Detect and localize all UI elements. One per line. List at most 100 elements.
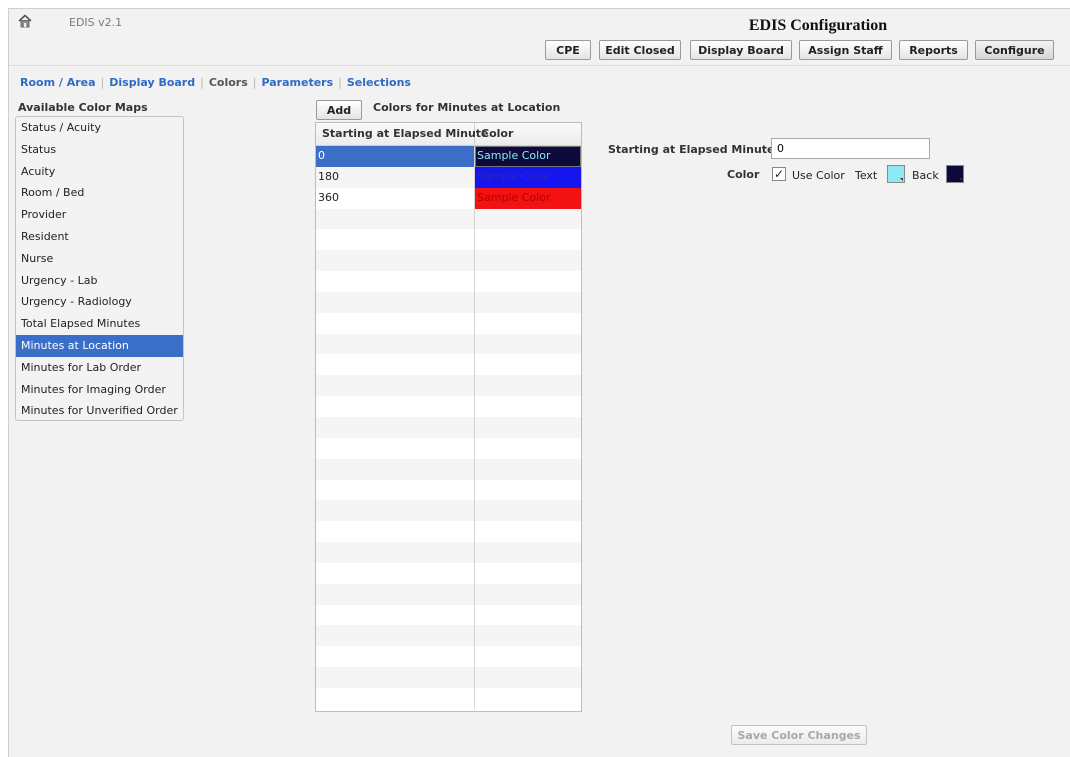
- color-maps-list[interactable]: Status / Acuity Status Acuity Room / Bed…: [15, 116, 184, 421]
- color-sample-cell: [475, 229, 581, 250]
- display-board-button[interactable]: Display Board: [690, 40, 792, 60]
- edit-closed-button[interactable]: Edit Closed: [599, 40, 681, 60]
- minute-input[interactable]: [771, 138, 930, 159]
- empty-table-row: [316, 229, 581, 251]
- empty-table-row: [316, 250, 581, 272]
- color-thresholds-grid[interactable]: Starting at Elapsed Minute Color 0 Sample…: [315, 122, 582, 712]
- color-map-item[interactable]: Resident: [16, 226, 183, 248]
- color-map-item[interactable]: Minutes for Imaging Order: [16, 379, 183, 401]
- color-map-item[interactable]: Minutes for Unverified Order: [16, 400, 183, 420]
- table-row[interactable]: 180 Sample Color: [316, 166, 581, 188]
- minute-cell: [316, 396, 475, 417]
- cpe-button[interactable]: CPE: [545, 40, 591, 60]
- color-map-item[interactable]: Total Elapsed Minutes: [16, 313, 183, 335]
- empty-table-row: [316, 333, 581, 355]
- color-map-item[interactable]: Status / Acuity: [16, 117, 183, 139]
- subnav-separator: |: [252, 76, 257, 89]
- subnav-room-area[interactable]: Room / Area: [20, 76, 96, 89]
- color-sample-cell: [475, 584, 581, 605]
- minute-cell: [316, 416, 475, 438]
- empty-table-row: [316, 687, 581, 709]
- colors-grid-title: Colors for Minutes at Location: [373, 101, 561, 114]
- color-sample-cell: [475, 688, 581, 709]
- minute-cell: [316, 583, 475, 605]
- use-color-checkbox[interactable]: ✓: [772, 167, 786, 181]
- empty-table-row: [316, 542, 581, 563]
- minute-cell: [316, 312, 475, 334]
- color-map-item[interactable]: Minutes at Location: [16, 334, 183, 357]
- minute-cell: [316, 458, 475, 480]
- color-sample-cell: [475, 667, 581, 688]
- minute-cell: [316, 229, 475, 251]
- empty-table-row: [316, 458, 581, 480]
- color-sample-cell: [475, 292, 581, 313]
- color-map-item[interactable]: Urgency - Radiology: [16, 291, 183, 313]
- color-map-item[interactable]: Acuity: [16, 161, 183, 183]
- color-map-item[interactable]: Urgency - Lab: [16, 270, 183, 292]
- empty-table-row: [316, 562, 581, 584]
- minute-cell: [316, 333, 475, 355]
- color-sample-cell: [475, 209, 581, 230]
- color-sample-cell: [475, 396, 581, 417]
- subnav-display-board[interactable]: Display Board: [109, 76, 195, 89]
- home-icon[interactable]: [18, 14, 32, 28]
- minute-cell: 0: [316, 146, 475, 167]
- color-sample-cell: [475, 459, 581, 480]
- color-map-item[interactable]: Room / Bed: [16, 182, 183, 204]
- use-color-label: Use Color: [792, 169, 845, 182]
- empty-table-row: [316, 667, 581, 688]
- color-map-item[interactable]: Provider: [16, 204, 183, 226]
- empty-table-row: [316, 271, 581, 292]
- minute-cell: [316, 604, 475, 626]
- minute-cell: [316, 250, 475, 272]
- subnav-separator: |: [100, 76, 105, 89]
- color-field-label: Color: [727, 168, 760, 181]
- color-sample-cell: Sample Color: [475, 166, 581, 188]
- color-map-item[interactable]: Nurse: [16, 248, 183, 270]
- app-version: EDIS v2.1: [69, 16, 123, 29]
- table-row[interactable]: 360 Sample Color: [316, 187, 581, 209]
- empty-table-row: [316, 416, 581, 438]
- configure-button[interactable]: Configure: [975, 40, 1054, 60]
- minute-field-label: Starting at Elapsed Minute: [608, 143, 775, 156]
- save-color-changes-button[interactable]: Save Color Changes: [731, 725, 867, 745]
- color-sample-cell: [475, 354, 581, 375]
- reports-button[interactable]: Reports: [899, 40, 968, 60]
- subnav-separator: |: [200, 76, 204, 89]
- back-color-picker[interactable]: [946, 165, 964, 183]
- add-button[interactable]: Add: [316, 100, 362, 120]
- grid-header: Starting at Elapsed Minute Color: [316, 123, 581, 146]
- subnav-colors[interactable]: Colors: [209, 76, 248, 89]
- empty-table-row: [316, 375, 581, 397]
- minute-cell: [316, 500, 475, 522]
- color-sample-cell: [475, 271, 581, 292]
- color-sample-cell: [475, 334, 581, 355]
- text-color-label: Text: [855, 169, 878, 182]
- subnav-parameters[interactable]: Parameters: [261, 76, 333, 89]
- color-map-item[interactable]: Minutes for Lab Order: [16, 357, 183, 379]
- assign-staff-button[interactable]: Assign Staff: [799, 40, 892, 60]
- minute-cell: 180: [316, 166, 475, 188]
- column-header-color[interactable]: Color: [475, 123, 581, 145]
- empty-table-row: [316, 500, 581, 522]
- minute-cell: [316, 437, 475, 459]
- empty-table-row: [316, 291, 581, 313]
- page-title: EDIS Configuration: [748, 17, 888, 34]
- color-sample-cell: [475, 500, 581, 521]
- table-row[interactable]: 0 Sample Color: [316, 146, 581, 167]
- empty-table-row: [316, 208, 581, 230]
- empty-table-row: [316, 312, 581, 334]
- color-sample-cell: Sample Color: [475, 187, 581, 209]
- empty-table-row: [316, 437, 581, 459]
- subnav-selections[interactable]: Selections: [347, 76, 411, 89]
- minute-cell: [316, 562, 475, 584]
- text-color-picker[interactable]: [887, 165, 905, 183]
- color-sample-cell: [475, 625, 581, 646]
- color-map-item[interactable]: Status: [16, 139, 183, 161]
- minute-cell: [316, 479, 475, 501]
- minute-cell: 360: [316, 187, 475, 209]
- color-sample-cell: [475, 542, 581, 563]
- column-header-minute[interactable]: Starting at Elapsed Minute: [316, 123, 489, 145]
- empty-table-row: [316, 604, 581, 626]
- color-sample-cell: [475, 438, 581, 459]
